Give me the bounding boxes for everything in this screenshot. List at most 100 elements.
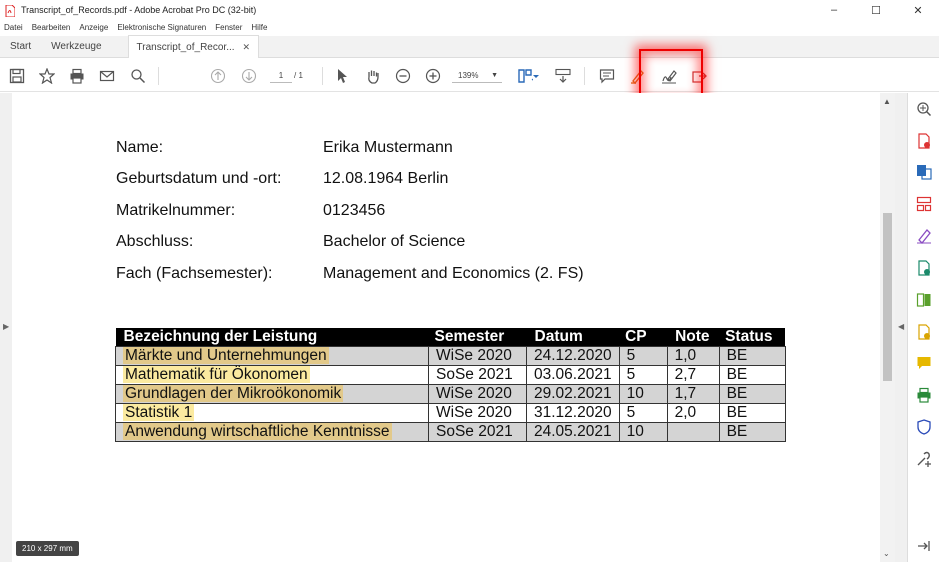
protect-shield-icon[interactable] xyxy=(916,419,934,437)
field-value-matrikel: 0123456 xyxy=(323,202,386,219)
scrollbar-thumb[interactable] xyxy=(883,213,892,381)
tab-tools[interactable]: Werkzeuge xyxy=(41,35,111,57)
zoom-level-select[interactable]: 139% ▼ xyxy=(452,68,502,83)
menu-bar: Datei Bearbeiten Anzeige Elektronische S… xyxy=(0,20,939,35)
right-tools-panel xyxy=(907,93,939,562)
comment-icon[interactable] xyxy=(598,67,616,85)
scroll-mode-icon[interactable] xyxy=(554,67,572,85)
page-size-badge: 210 x 297 mm xyxy=(16,541,79,556)
field-label-birth: Geburtsdatum und -ort: xyxy=(116,170,282,187)
tab-start[interactable]: Start xyxy=(0,35,41,57)
minimize-button[interactable]: – xyxy=(813,0,855,20)
tab-document[interactable]: Transcript_of_Recor... ✕ xyxy=(127,35,260,58)
zoom-out-icon[interactable] xyxy=(394,67,412,85)
menu-signaturen[interactable]: Elektronische Signaturen xyxy=(117,23,206,32)
chevron-down-icon: ▼ xyxy=(491,72,498,79)
field-label-matrikel: Matrikelnummer: xyxy=(116,202,236,219)
column-header: Semester xyxy=(428,328,527,347)
menu-hilfe[interactable]: Hilfe xyxy=(251,23,267,32)
comment-panel-icon[interactable] xyxy=(916,355,934,373)
table-row: Mathematik für Ökonomen SoSe 2021 03.06.… xyxy=(115,365,786,385)
table-cell: WiSe 2020 xyxy=(428,346,527,366)
page-number-input[interactable]: 1 xyxy=(270,68,292,83)
table-cell: 24.05.2021 xyxy=(526,422,620,442)
acrobat-logo-icon xyxy=(5,4,16,18)
send-for-review-icon[interactable] xyxy=(916,260,934,278)
menu-anzeige[interactable]: Anzeige xyxy=(79,23,108,32)
table-cell: WiSe 2020 xyxy=(428,384,527,404)
table-row: Grundlagen der Mikroökonomik WiSe 2020 2… xyxy=(115,384,786,404)
compare-files-icon[interactable] xyxy=(916,292,934,310)
tab-document-label: Transcript_of_Recor... xyxy=(136,41,235,53)
column-header: Datum xyxy=(526,328,620,347)
table-cell: 03.06.2021 xyxy=(526,365,620,385)
hand-tool-icon[interactable] xyxy=(364,67,382,85)
column-header: Note xyxy=(667,328,720,347)
enhance-scan-icon[interactable] xyxy=(916,101,934,119)
table-cell: 24.12.2020 xyxy=(526,346,620,366)
field-value-name: Erika Mustermann xyxy=(323,139,453,156)
table-cell: 29.02.2021 xyxy=(526,384,620,404)
page-total: / 1 xyxy=(294,71,303,80)
table-cell: BE xyxy=(718,384,786,404)
export-pdf-icon[interactable] xyxy=(916,164,934,182)
search-icon[interactable] xyxy=(129,67,147,85)
title-bar: Transcript_of_Records.pdf - Adobe Acroba… xyxy=(0,0,939,20)
tab-bar: Start Werkzeuge Transcript_of_Recor... ✕ xyxy=(0,35,939,58)
expand-left-panel-icon[interactable]: ▶ xyxy=(3,322,9,331)
close-window-button[interactable]: ✕ xyxy=(897,0,939,20)
table-cell: 2,7 xyxy=(666,365,720,385)
organize-pages-icon[interactable] xyxy=(916,196,934,214)
field-label-subject: Fach (Fachsemester): xyxy=(116,265,273,282)
table-cell: Grundlagen der Mikroökonomik xyxy=(115,384,429,404)
table-cell: 5 xyxy=(618,403,668,423)
fit-dropdown-icon[interactable] xyxy=(532,67,540,85)
scroll-up-icon[interactable]: ▲ xyxy=(883,97,891,106)
next-page-icon[interactable] xyxy=(240,67,258,85)
zoom-value: 139% xyxy=(458,71,479,80)
save-icon[interactable] xyxy=(8,67,26,85)
table-cell: Märkte und Unternehmungen xyxy=(115,346,429,366)
table-row: Märkte und Unternehmungen WiSe 2020 24.1… xyxy=(115,346,786,366)
menu-bearbeiten[interactable]: Bearbeiten xyxy=(32,23,71,32)
menu-datei[interactable]: Datei xyxy=(4,23,23,32)
zoom-in-icon[interactable] xyxy=(424,67,442,85)
fill-sign-icon[interactable] xyxy=(916,228,934,246)
table-row: Anwendung wirtschaftliche Kenntnisse SoS… xyxy=(115,422,786,442)
table-row: Statistik 1 WiSe 2020 31.12.2020 5 2,0 B… xyxy=(115,403,786,423)
field-label-name: Name: xyxy=(116,139,164,156)
table-cell: Mathematik für Ökonomen xyxy=(115,365,429,385)
previous-page-icon[interactable] xyxy=(209,67,227,85)
table-cell: BE xyxy=(718,422,786,442)
table-cell: 10 xyxy=(618,422,668,442)
tab-close-icon[interactable]: ✕ xyxy=(243,42,251,53)
table-cell: 1,7 xyxy=(666,384,720,404)
more-tools-icon[interactable] xyxy=(916,451,934,469)
table-cell: 5 xyxy=(618,365,668,385)
bookmark-star-icon[interactable] xyxy=(38,67,56,85)
table-cell: SoSe 2021 xyxy=(428,365,527,385)
field-value-subject: Management and Economics (2. FS) xyxy=(323,265,584,282)
column-header: CP xyxy=(619,328,668,347)
field-label-degree: Abschluss: xyxy=(116,233,194,250)
print-icon[interactable] xyxy=(68,67,86,85)
select-cursor-icon[interactable] xyxy=(333,67,351,85)
field-value-degree: Bachelor of Science xyxy=(323,233,466,250)
table-cell xyxy=(666,422,720,442)
create-pdf-icon[interactable] xyxy=(916,133,934,151)
field-value-birth: 12.08.1964 Berlin xyxy=(323,170,449,187)
column-header: Status xyxy=(719,328,786,347)
table-cell: SoSe 2021 xyxy=(428,422,527,442)
print-production-icon[interactable] xyxy=(916,387,934,405)
edit-pdf-icon[interactable] xyxy=(916,324,934,342)
column-header: Bezeichnung der Leistung xyxy=(115,328,429,347)
menu-fenster[interactable]: Fenster xyxy=(215,23,242,32)
table-cell: 10 xyxy=(618,384,668,404)
table-header-row: Bezeichnung der Leistung Semester Datum … xyxy=(115,328,786,347)
maximize-button[interactable]: ☐ xyxy=(855,0,897,20)
collapse-panel-icon[interactable] xyxy=(916,538,934,556)
collapse-right-panel-icon[interactable]: ◀ xyxy=(898,322,904,331)
table-cell: 5 xyxy=(618,346,668,366)
scroll-down-icon[interactable]: ⌄ xyxy=(883,549,890,558)
email-icon[interactable] xyxy=(98,67,116,85)
